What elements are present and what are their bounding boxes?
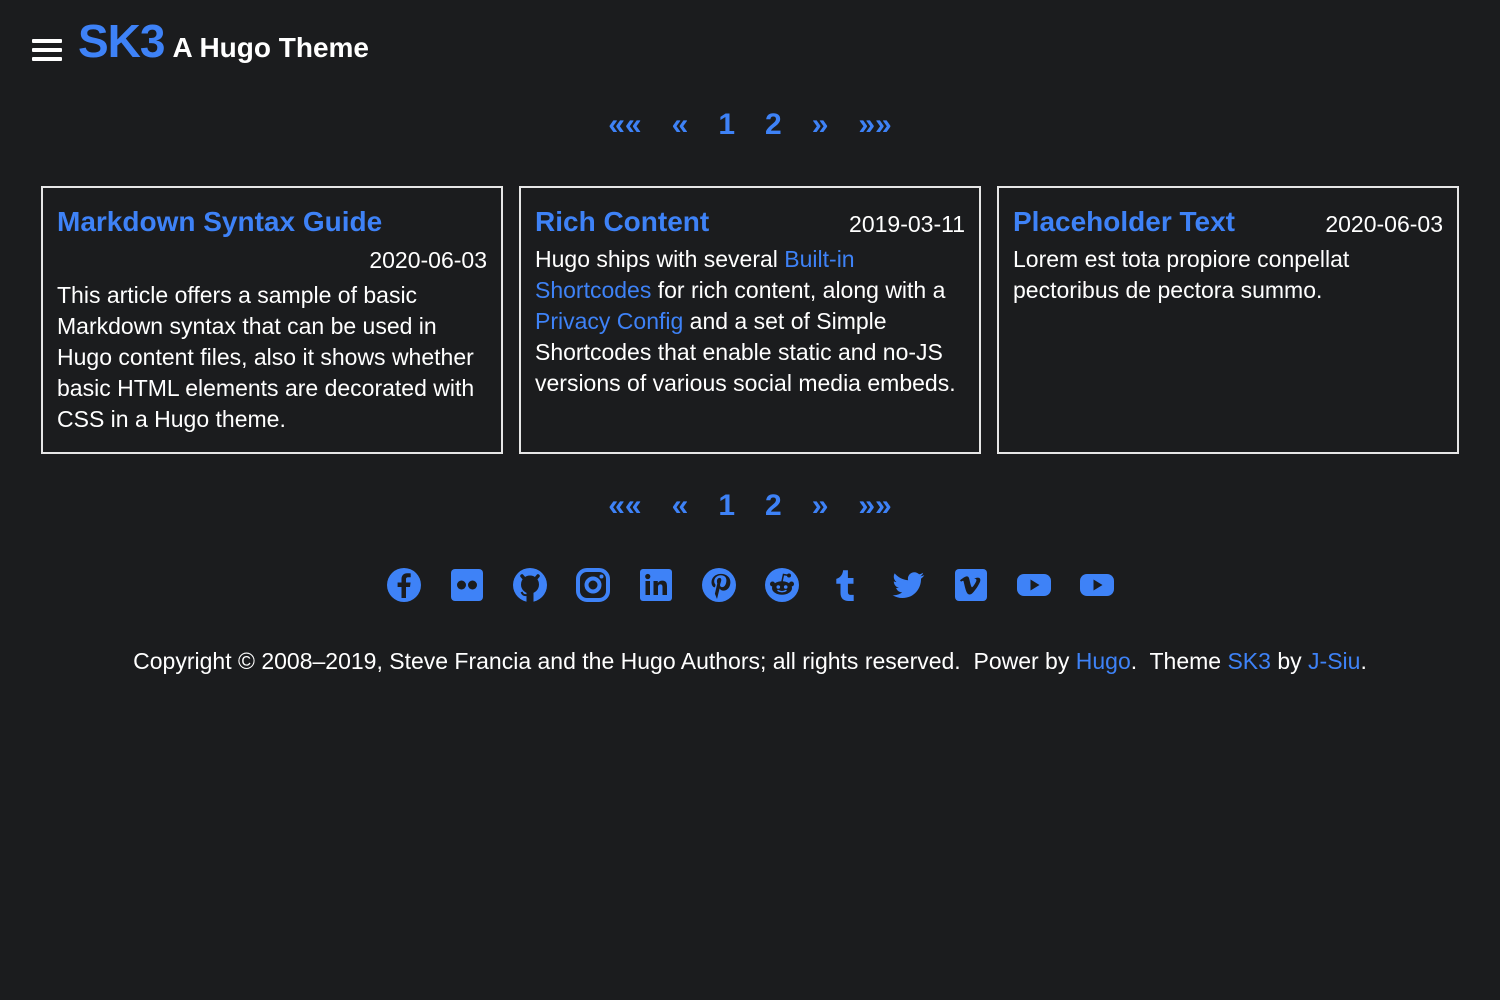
post-card: Markdown Syntax Guide 2020-06-03 This ar… (41, 186, 503, 454)
pinterest-icon[interactable] (700, 566, 738, 604)
post-summary: Lorem est tota propiore conpellat pector… (1013, 246, 1350, 303)
hamburger-menu-icon[interactable] (32, 37, 62, 63)
site-footer: Copyright © 2008–2019, Steve Francia and… (0, 648, 1500, 675)
site-logo-link[interactable]: SK3 (78, 14, 165, 68)
post-title-link[interactable]: Placeholder Text (1013, 204, 1235, 240)
pagination-last-link[interactable]: »» (858, 489, 891, 523)
author-j-siu-link[interactable]: J-Siu (1308, 648, 1360, 674)
pagination-bottom: «« « 1 2 » »» (0, 489, 1500, 523)
post-title-link[interactable]: Markdown Syntax Guide (57, 204, 382, 240)
summary-text: Hugo ships with several (535, 246, 785, 272)
site-subtitle: A Hugo Theme (172, 32, 370, 63)
post-title-link[interactable]: Rich Content (535, 204, 709, 240)
hugo-link[interactable]: Hugo (1076, 648, 1131, 674)
flickr-icon[interactable] (448, 566, 486, 604)
post-card: Placeholder Text 2020-06-03 Lorem est to… (997, 186, 1459, 454)
theme-sk3-link[interactable]: SK3 (1227, 648, 1270, 674)
post-date: 2020-06-03 (1325, 211, 1443, 237)
post-date: 2020-06-03 (369, 247, 487, 273)
pagination-page-2-link[interactable]: 2 (765, 489, 782, 523)
site-header: SK3 A Hugo Theme (32, 14, 369, 68)
tumblr-icon[interactable] (826, 566, 864, 604)
github-icon[interactable] (511, 566, 549, 604)
footer-text: . Theme (1130, 648, 1228, 674)
social-links (0, 566, 1500, 604)
pagination-next-link[interactable]: » (812, 108, 829, 142)
pagination-next-link[interactable]: » (812, 489, 829, 523)
post-card: Rich Content 2019-03-11 Hugo ships with … (519, 186, 981, 454)
pagination-page-1-link[interactable]: 1 (718, 108, 735, 142)
copyright-text: Copyright © 2008–2019, Steve Francia and… (133, 648, 1076, 674)
pagination-top: «« « 1 2 » »» (0, 108, 1500, 142)
vimeo-icon[interactable] (952, 566, 990, 604)
instagram-icon[interactable] (574, 566, 612, 604)
twitter-icon[interactable] (889, 566, 927, 604)
post-date: 2019-03-11 (849, 211, 965, 237)
pagination-page-2-link[interactable]: 2 (765, 108, 782, 142)
pagination-first-link[interactable]: «« (608, 108, 641, 142)
summary-text: for rich content, along with a (651, 277, 946, 303)
youtube-icon[interactable] (1015, 566, 1053, 604)
pagination-prev-link[interactable]: « (672, 108, 689, 142)
pagination-last-link[interactable]: »» (858, 108, 891, 142)
pagination-first-link[interactable]: «« (608, 489, 641, 523)
pagination-page-1-link[interactable]: 1 (718, 489, 735, 523)
pagination-prev-link[interactable]: « (672, 489, 689, 523)
post-summary: This article offers a sample of basic Ma… (57, 282, 475, 432)
post-list: Markdown Syntax Guide 2020-06-03 This ar… (41, 186, 1459, 454)
reddit-icon[interactable] (763, 566, 801, 604)
privacy-config-link[interactable]: Privacy Config (535, 308, 683, 334)
facebook-icon[interactable] (385, 566, 423, 604)
footer-text: by (1270, 648, 1309, 674)
linkedin-icon[interactable] (637, 566, 675, 604)
footer-text: . (1360, 648, 1367, 674)
youtube-icon[interactable] (1078, 566, 1116, 604)
post-summary: Hugo ships with several Built-in Shortco… (535, 244, 965, 399)
